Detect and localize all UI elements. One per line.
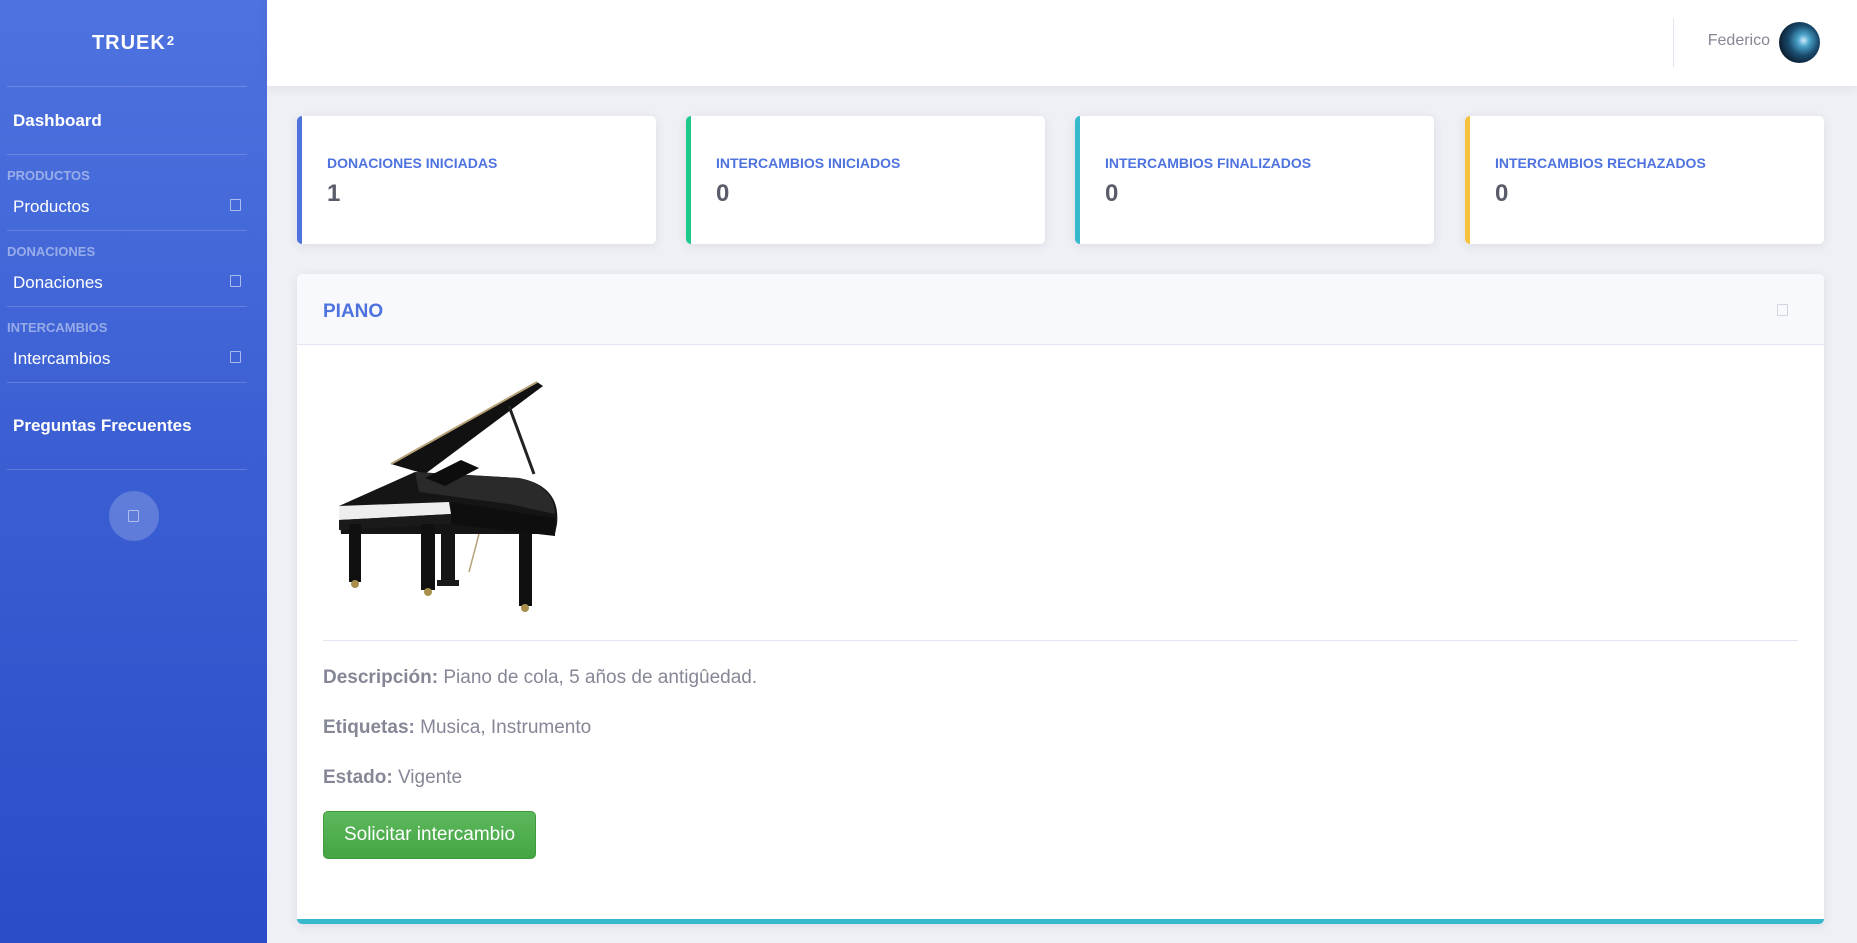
product-status: Estado: Vigente (323, 767, 462, 789)
sidebar: TRUEK 2 Dashboard PRODUCTOS Productos DON… (0, 0, 267, 943)
topbar: Federico (267, 0, 1857, 86)
stat-card-intercambios-rechazados: INTERCAMBIOS RECHAZADOS 0 (1465, 116, 1824, 244)
stat-value: 0 (1495, 180, 1509, 207)
field-label: Etiquetas: (323, 717, 415, 738)
sidebar-item-label: Preguntas Frecuentes (13, 416, 192, 435)
panel-header: PIANO (297, 274, 1824, 345)
sidebar-item-donaciones[interactable]: Donaciones (0, 259, 267, 306)
stat-card-donaciones-iniciadas: DONACIONES INICIADAS 1 (297, 116, 656, 244)
field-value: Vigente (397, 767, 463, 788)
user-name[interactable]: Federico (1708, 32, 1770, 50)
sidebar-item-label: Intercambios (13, 348, 111, 368)
stat-value: 1 (327, 180, 341, 207)
sidebar-toggle-button[interactable] (108, 491, 159, 541)
sidebar-item-dashboard[interactable]: Dashboard (0, 87, 267, 154)
product-description: Descripción: Piano de cola, 5 años de an… (323, 667, 757, 689)
field-value: Musica, Instrumento (420, 717, 592, 738)
field-label: Descripción: (323, 667, 439, 688)
sidebar-item-label: Productos (13, 196, 90, 216)
panel-divider (323, 640, 1798, 641)
sidebar-item-productos[interactable]: Productos (0, 183, 267, 230)
stat-card-intercambios-iniciados: INTERCAMBIOS INICIADOS 0 (686, 116, 1045, 244)
sidebar-heading-productos: PRODUCTOS (7, 168, 90, 183)
sidebar-toggle-wrapper (0, 470, 267, 541)
collapse-icon (230, 351, 241, 363)
sidebar-item-intercambios[interactable]: Intercambios (0, 335, 267, 382)
request-exchange-button[interactable]: Solicitar intercambio (323, 811, 536, 859)
field-value: Piano de cola, 5 años de antigûedad. (443, 667, 758, 688)
avatar[interactable] (1779, 22, 1820, 63)
sidebar-item-label: Donaciones (13, 272, 103, 292)
sidebar-heading-donaciones: DONACIONES (7, 244, 96, 259)
stat-label: INTERCAMBIOS FINALIZADOS (1105, 155, 1312, 171)
stat-value: 0 (716, 180, 730, 207)
stat-label: INTERCAMBIOS INICIADOS (716, 155, 901, 171)
product-tags: Etiquetas: Musica, Instrumento (323, 717, 591, 739)
sidebar-heading-intercambios: INTERCAMBIOS (7, 320, 108, 335)
stat-label: INTERCAMBIOS RECHAZADOS (1495, 155, 1706, 171)
product-panel: PIANO Descripción: Piano de cola, 5 años… (297, 274, 1824, 924)
collapse-icon (230, 275, 241, 287)
grand-piano-image (339, 381, 558, 612)
stat-label: DONACIONES INICIADAS (327, 155, 498, 171)
stat-card-intercambios-finalizados: INTERCAMBIOS FINALIZADOS 0 (1075, 116, 1434, 244)
sidebar-item-label: Dashboard (13, 110, 102, 130)
collapse-icon (230, 199, 241, 211)
chevron-left-icon (128, 510, 139, 522)
brand-name: TRUEK (91, 31, 166, 54)
sidebar-item-faq[interactable]: Preguntas Frecuentes (0, 383, 267, 469)
field-label: Estado: (323, 767, 393, 788)
product-title: PIANO (323, 301, 384, 322)
dropdown-menu-icon[interactable] (1777, 304, 1788, 316)
brand-superscript: 2 (166, 32, 176, 48)
topbar-divider (1673, 18, 1674, 67)
brand-logo[interactable]: TRUEK 2 (0, 0, 267, 86)
stat-value: 0 (1105, 180, 1119, 207)
